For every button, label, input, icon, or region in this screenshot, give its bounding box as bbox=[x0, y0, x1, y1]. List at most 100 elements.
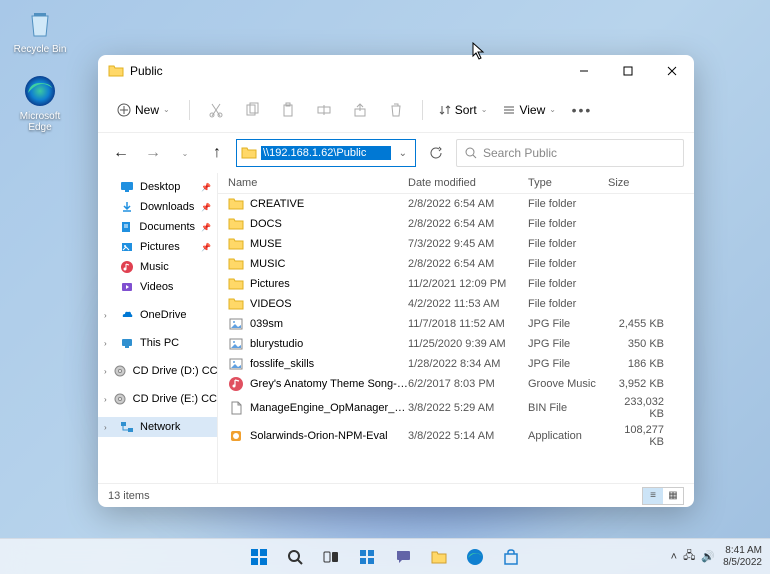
task-view-button[interactable] bbox=[315, 541, 347, 573]
new-button[interactable]: New ⌄ bbox=[108, 98, 179, 122]
search-button[interactable] bbox=[279, 541, 311, 573]
file-row[interactable]: Solarwinds-Orion-NPM-Eval3/8/2022 5:14 A… bbox=[218, 422, 694, 450]
toolbar: New ⌄ Sort ⌄ View ⌄ ••• bbox=[98, 87, 694, 133]
clock[interactable]: 8:41 AM 8/5/2022 bbox=[723, 545, 762, 569]
titlebar[interactable]: Public bbox=[98, 55, 694, 87]
chevron-right-icon[interactable]: › bbox=[104, 423, 114, 432]
back-button[interactable]: ← bbox=[108, 140, 134, 166]
sidebar-item-desktop[interactable]: Desktop📌 bbox=[98, 177, 217, 197]
taskbar[interactable]: ˄ 🖧 🔊 8:41 AM 8/5/2022 bbox=[0, 538, 770, 574]
file-list[interactable]: CREATIVE2/8/2022 6:54 AMFile folderDOCS2… bbox=[218, 194, 694, 483]
close-button[interactable] bbox=[650, 55, 694, 87]
file-type: File folder bbox=[528, 298, 608, 310]
file-date: 2/8/2022 6:54 AM bbox=[408, 218, 528, 230]
desktop-icon bbox=[120, 180, 134, 194]
col-name[interactable]: Name bbox=[228, 177, 408, 189]
sort-icon bbox=[439, 104, 451, 116]
sidebar-item-network[interactable]: ›Network bbox=[98, 417, 217, 437]
col-size[interactable]: Size bbox=[608, 177, 684, 189]
file-name: fosslife_skills bbox=[250, 358, 408, 370]
sidebar-item-thispc[interactable]: ›This PC bbox=[98, 333, 217, 353]
file-row[interactable]: VIDEOS4/2/2022 11:53 AMFile folder bbox=[218, 294, 694, 314]
file-name: DOCS bbox=[250, 218, 408, 230]
chevron-right-icon[interactable]: › bbox=[104, 339, 114, 348]
rename-button[interactable] bbox=[308, 94, 340, 126]
maximize-button[interactable] bbox=[606, 55, 650, 87]
edge-taskbar-button[interactable] bbox=[459, 541, 491, 573]
cd-icon bbox=[113, 392, 127, 406]
forward-button[interactable]: → bbox=[140, 140, 166, 166]
file-size: 186 KB bbox=[608, 358, 684, 370]
file-name: VIDEOS bbox=[250, 298, 408, 310]
chat-button[interactable] bbox=[387, 541, 419, 573]
file-row[interactable]: Pictures11/2/2021 12:09 PMFile folder bbox=[218, 274, 694, 294]
navigation-pane[interactable]: Desktop📌Downloads📌Documents📌Pictures📌Mus… bbox=[98, 173, 218, 483]
tray-chevron-icon[interactable]: ˄ bbox=[671, 551, 677, 563]
chevron-down-icon[interactable]: ⌄ bbox=[395, 148, 411, 159]
chevron-down-icon: ⌄ bbox=[163, 105, 170, 114]
file-row[interactable]: MUSIC2/8/2022 6:54 AMFile folder bbox=[218, 254, 694, 274]
more-button[interactable]: ••• bbox=[566, 94, 598, 126]
column-headers[interactable]: Name Date modified Type Size bbox=[218, 173, 694, 194]
delete-button[interactable] bbox=[380, 94, 412, 126]
file-row[interactable]: blurystudio11/25/2020 9:39 AMJPG File350… bbox=[218, 334, 694, 354]
file-type: File folder bbox=[528, 218, 608, 230]
up-button[interactable]: ↑ bbox=[204, 140, 230, 166]
minimize-button[interactable] bbox=[562, 55, 606, 87]
col-date[interactable]: Date modified bbox=[408, 177, 528, 189]
paste-button[interactable] bbox=[272, 94, 304, 126]
new-icon bbox=[117, 103, 131, 117]
sidebar-item-documents[interactable]: Documents📌 bbox=[98, 217, 217, 237]
share-button[interactable] bbox=[344, 94, 376, 126]
refresh-button[interactable] bbox=[422, 139, 450, 167]
file-row[interactable]: DOCS2/8/2022 6:54 AMFile folder bbox=[218, 214, 694, 234]
start-button[interactable] bbox=[243, 541, 275, 573]
search-box[interactable]: Search Public bbox=[456, 139, 684, 167]
store-taskbar-button[interactable] bbox=[495, 541, 527, 573]
pin-icon: 📌 bbox=[201, 203, 211, 212]
image-icon bbox=[228, 356, 244, 372]
explorer-taskbar-button[interactable] bbox=[423, 541, 455, 573]
view-toggle: ≡ ▦ bbox=[642, 487, 684, 505]
chevron-right-icon[interactable]: › bbox=[104, 395, 107, 404]
file-name: Solarwinds-Orion-NPM-Eval bbox=[250, 430, 408, 442]
file-date: 4/2/2022 11:53 AM bbox=[408, 298, 528, 310]
details-view-button[interactable]: ≡ bbox=[643, 488, 663, 504]
sidebar-item-music[interactable]: Music bbox=[98, 257, 217, 277]
chevron-right-icon[interactable]: › bbox=[104, 367, 107, 376]
file-row[interactable]: MUSE7/3/2022 9:45 AMFile folder bbox=[218, 234, 694, 254]
sidebar-item-cd[interactable]: ›CD Drive (D:) CCC bbox=[98, 361, 217, 381]
desktop-icon-recycle-bin[interactable]: Recycle Bin bbox=[8, 6, 72, 55]
sidebar-item-onedrive[interactable]: ›OneDrive bbox=[98, 305, 217, 325]
file-row[interactable]: fosslife_skills1/28/2022 8:34 AMJPG File… bbox=[218, 354, 694, 374]
sidebar-item-pictures[interactable]: Pictures📌 bbox=[98, 237, 217, 257]
file-row[interactable]: CREATIVE2/8/2022 6:54 AMFile folder bbox=[218, 194, 694, 214]
view-label: View bbox=[519, 103, 545, 117]
cut-button[interactable] bbox=[200, 94, 232, 126]
address-bar[interactable]: \\192.168.1.62\Public ⌄ bbox=[236, 139, 416, 167]
file-row[interactable]: ManageEngine_OpManager_64bit.bin3/8/2022… bbox=[218, 394, 694, 422]
view-button[interactable]: View ⌄ bbox=[497, 99, 562, 121]
file-row[interactable]: 039sm11/7/2018 11:52 AMJPG File2,455 KB bbox=[218, 314, 694, 334]
sidebar-item-downloads[interactable]: Downloads📌 bbox=[98, 197, 217, 217]
file-row[interactable]: Grey's Anatomy Theme Song-BuY5H_IAy...6/… bbox=[218, 374, 694, 394]
file-type: File folder bbox=[528, 258, 608, 270]
icons-view-button[interactable]: ▦ bbox=[663, 488, 683, 504]
sort-button[interactable]: Sort ⌄ bbox=[433, 99, 494, 121]
volume-icon[interactable]: 🔊 bbox=[701, 550, 715, 563]
col-type[interactable]: Type bbox=[528, 177, 608, 189]
search-placeholder: Search Public bbox=[483, 146, 557, 160]
sidebar-item-label: Pictures bbox=[140, 241, 180, 253]
videos-icon bbox=[120, 280, 134, 294]
desktop-icon-edge[interactable]: Microsoft Edge bbox=[8, 73, 72, 133]
file-date: 6/2/2017 8:03 PM bbox=[408, 378, 528, 390]
chevron-right-icon[interactable]: › bbox=[104, 311, 114, 320]
sidebar-item-cd[interactable]: ›CD Drive (E:) CCC bbox=[98, 389, 217, 409]
system-tray[interactable]: ˄ 🖧 🔊 8:41 AM 8/5/2022 bbox=[671, 545, 762, 569]
audio-icon bbox=[228, 376, 244, 392]
copy-button[interactable] bbox=[236, 94, 268, 126]
widgets-button[interactable] bbox=[351, 541, 383, 573]
recent-locations-button[interactable]: ⌄ bbox=[172, 140, 198, 166]
sidebar-item-videos[interactable]: Videos bbox=[98, 277, 217, 297]
network-icon[interactable]: 🖧 bbox=[683, 547, 695, 566]
